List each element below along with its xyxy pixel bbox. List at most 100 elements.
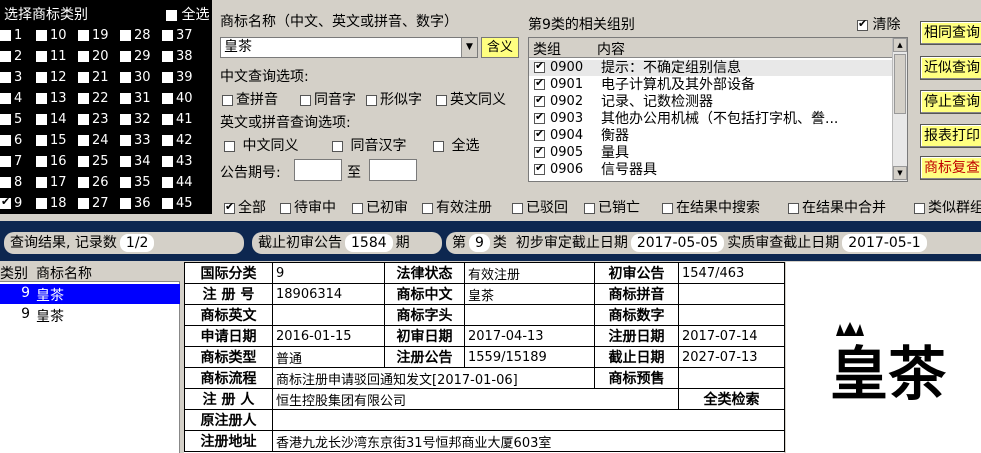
category-checkbox-3[interactable]: 3 [0, 70, 22, 85]
checkbox[interactable] [534, 161, 545, 175]
category-checkbox-25[interactable]: 25 [78, 154, 109, 169]
issue-from-input[interactable] [294, 159, 342, 181]
en-option-cn-synonym[interactable]: 中文同义 [224, 135, 298, 155]
group-clear-option[interactable]: 清除 [857, 14, 900, 34]
full-search-link[interactable]: 全类检索 [678, 388, 785, 410]
filter-option[interactable]: 已销亡 [584, 197, 640, 217]
checkbox[interactable] [78, 30, 89, 41]
en-option-select-all[interactable]: 全选 [433, 135, 479, 155]
category-checkbox-38[interactable]: 38 [162, 49, 193, 64]
group-row[interactable]: 0905 量具 [529, 144, 893, 161]
checkbox[interactable] [120, 177, 131, 188]
checkbox[interactable] [36, 114, 47, 125]
checkbox[interactable] [78, 177, 89, 188]
checkbox[interactable] [162, 72, 173, 83]
category-checkbox-40[interactable]: 40 [162, 91, 193, 106]
checkbox[interactable] [534, 59, 545, 73]
category-select-all[interactable]: 全选 [166, 4, 209, 24]
checkbox[interactable] [422, 202, 433, 214]
checkbox[interactable] [436, 94, 447, 106]
checkbox[interactable] [78, 72, 89, 83]
category-checkbox-10[interactable]: 10 [36, 28, 67, 43]
group-row[interactable]: 0900 提示：不确定组别信息 [529, 59, 893, 76]
checkbox[interactable] [534, 144, 545, 158]
scroll-up-icon[interactable]: ▲ [893, 38, 907, 52]
filter-option[interactable]: 全部 [224, 197, 266, 217]
checkbox[interactable] [36, 135, 47, 146]
checkbox[interactable] [534, 110, 545, 124]
en-option-homophone[interactable]: 同音汉字 [332, 135, 406, 155]
category-checkbox-33[interactable]: 33 [120, 133, 151, 148]
checkbox[interactable] [0, 30, 11, 41]
category-checkbox-26[interactable]: 26 [78, 175, 109, 190]
category-checkbox-13[interactable]: 13 [36, 91, 67, 106]
category-checkbox-42[interactable]: 42 [162, 133, 193, 148]
category-checkbox-1[interactable]: 1 [0, 28, 22, 43]
category-checkbox-31[interactable]: 31 [120, 91, 151, 106]
checkbox[interactable] [0, 72, 11, 83]
category-checkbox-22[interactable]: 22 [78, 91, 109, 106]
filter-option[interactable]: 类似群组 [914, 197, 981, 217]
cn-option-english-synonym[interactable]: 英文同义 [436, 89, 506, 109]
group-scrollbar[interactable]: ▲ ▼ [892, 38, 907, 181]
checkbox[interactable] [280, 202, 291, 214]
checkbox[interactable] [162, 93, 173, 104]
scroll-thumb[interactable] [894, 54, 906, 114]
checkbox[interactable] [120, 93, 131, 104]
checkbox[interactable] [0, 135, 11, 146]
category-checkbox-30[interactable]: 30 [120, 70, 151, 85]
category-checkbox-4[interactable]: 4 [0, 91, 22, 106]
checkbox[interactable] [332, 140, 343, 152]
checkbox[interactable] [166, 9, 177, 21]
category-checkbox-12[interactable]: 12 [36, 70, 67, 85]
filter-option[interactable]: 在结果中搜索 [662, 197, 760, 217]
category-checkbox-29[interactable]: 29 [120, 49, 151, 64]
checkbox[interactable] [78, 51, 89, 62]
filter-option[interactable]: 在结果中合并 [788, 197, 886, 217]
checkbox[interactable] [857, 17, 868, 31]
stop-search-button[interactable]: 停止查询 [920, 90, 981, 114]
checkbox[interactable] [0, 93, 11, 104]
category-checkbox-24[interactable]: 24 [78, 133, 109, 148]
trademark-review-button[interactable]: 商标复查 [920, 156, 981, 180]
checkbox[interactable] [120, 114, 131, 125]
checkbox[interactable] [162, 177, 173, 188]
filter-option[interactable]: 待审中 [280, 197, 336, 217]
cn-option-pinyin[interactable]: 查拼音 [222, 89, 278, 109]
filter-option[interactable]: 有效注册 [422, 197, 492, 217]
checkbox[interactable] [0, 177, 11, 188]
checkbox[interactable] [788, 202, 799, 214]
category-checkbox-23[interactable]: 23 [78, 112, 109, 127]
checkbox[interactable] [512, 202, 523, 214]
category-checkbox-37[interactable]: 37 [162, 28, 193, 43]
checkbox[interactable] [534, 76, 545, 90]
checkbox[interactable] [534, 93, 545, 107]
category-checkbox-35[interactable]: 35 [120, 175, 151, 190]
checkbox[interactable] [78, 93, 89, 104]
cn-option-homophone[interactable]: 同音字 [300, 89, 356, 109]
category-checkbox-11[interactable]: 11 [36, 49, 67, 64]
filter-option[interactable]: 已初审 [352, 197, 408, 217]
checkbox[interactable] [584, 202, 595, 214]
checkbox[interactable] [222, 94, 233, 106]
category-checkbox-39[interactable]: 39 [162, 70, 193, 85]
category-checkbox-34[interactable]: 34 [120, 154, 151, 169]
category-checkbox-32[interactable]: 32 [120, 112, 151, 127]
trademark-name-input[interactable]: 皇茶 [220, 37, 478, 58]
checkbox[interactable] [120, 51, 131, 62]
checkbox[interactable] [162, 51, 173, 62]
checkbox[interactable] [433, 140, 444, 152]
checkbox[interactable] [120, 156, 131, 167]
scroll-down-icon[interactable]: ▼ [893, 166, 907, 180]
checkbox[interactable] [662, 202, 673, 214]
category-checkbox-8[interactable]: 8 [0, 175, 22, 190]
checkbox[interactable] [120, 30, 131, 41]
category-checkbox-21[interactable]: 21 [78, 70, 109, 85]
filter-option[interactable]: 已驳回 [512, 197, 568, 217]
checkbox[interactable] [0, 51, 11, 62]
category-checkbox-17[interactable]: 17 [36, 175, 67, 190]
category-checkbox-6[interactable]: 6 [0, 133, 22, 148]
checkbox[interactable] [224, 140, 235, 152]
checkbox[interactable] [162, 114, 173, 125]
checkbox[interactable] [78, 114, 89, 125]
